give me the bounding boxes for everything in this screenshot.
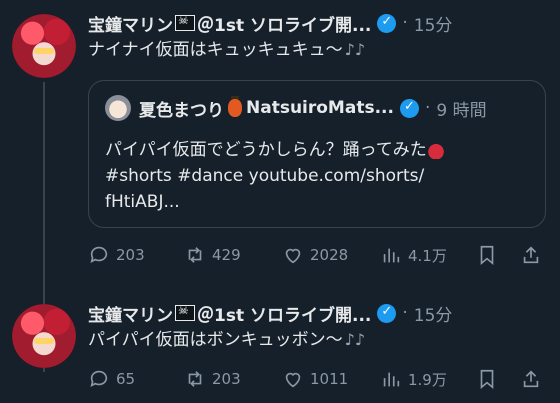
like-button[interactable]: 1011	[282, 368, 348, 390]
share-button[interactable]	[520, 368, 548, 390]
music-note-icon: ♪♪	[344, 330, 366, 349]
views-count: 4.1万	[408, 246, 447, 265]
views-button[interactable]: 4.1万	[380, 244, 447, 266]
pirate-flag-icon	[175, 303, 195, 321]
avatar[interactable]	[12, 14, 76, 78]
tweet-2[interactable]: 宝鐘マリン ＠1st ソロライブ開... · 15分 パイパイ仮面はボンキュッボ…	[0, 290, 560, 403]
tweet-text-body: ナイナイ仮面はキュッキュキュ〜	[88, 40, 343, 60]
retweet-icon	[188, 247, 202, 263]
reply-count: 203	[116, 246, 145, 264]
share-icon	[523, 246, 539, 264]
quote-text: パイパイ仮面でどうかしらん？踊ってみた #shorts #dance youtu…	[105, 137, 535, 215]
like-count: 2028	[310, 246, 349, 264]
author-name-suffix[interactable]: ＠1st ソロライブ開...	[197, 11, 371, 36]
reply-count: 65	[116, 370, 136, 388]
retweet-button[interactable]: 429	[184, 244, 241, 266]
quote-header: 夏色まつり NatsuiroMats... · 9 時間	[139, 95, 487, 121]
share-button[interactable]	[520, 244, 548, 266]
bookmark-icon	[480, 245, 494, 266]
retweet-button[interactable]: 203	[184, 368, 241, 390]
like-count: 1011	[310, 370, 349, 388]
bookmark-icon	[480, 369, 494, 390]
music-note-icon: ♪♪	[344, 40, 366, 59]
bookmark-button[interactable]	[476, 368, 504, 390]
author-name[interactable]: 宝鐘マリン	[88, 11, 173, 36]
verified-badge-icon	[377, 303, 397, 323]
retweet-count: 203	[212, 370, 241, 388]
quoted-tweet[interactable]: 夏色まつり NatsuiroMats... · 9 時間 パイパイ仮面でどうかし…	[88, 80, 546, 228]
heart-icon	[285, 372, 301, 388]
tweet-text-body: パイパイ仮面はボンキュッボン〜	[88, 330, 343, 350]
like-button[interactable]: 2028	[282, 244, 348, 266]
author-name-suffix[interactable]: ＠1st ソロライブ開...	[197, 301, 371, 326]
quote-avatar[interactable]	[105, 95, 131, 121]
views-button[interactable]: 1.9万	[380, 368, 447, 390]
views-count: 1.9万	[408, 370, 447, 389]
quote-author-handle[interactable]: NatsuiroMats...	[246, 98, 394, 118]
quote-timestamp[interactable]: 9 時間	[436, 96, 486, 121]
timestamp[interactable]: 15分	[414, 301, 453, 326]
dancer-icon	[426, 141, 445, 159]
reply-icon	[90, 370, 108, 387]
share-icon	[523, 370, 539, 388]
tweet-text: ナイナイ仮面はキュッキュキュ〜 ♪♪	[88, 38, 365, 62]
views-chart-icon	[383, 248, 400, 263]
retweet-icon	[188, 371, 202, 387]
avatar[interactable]	[12, 304, 76, 368]
reply-button[interactable]: 203	[88, 244, 145, 266]
pirate-flag-icon	[175, 13, 195, 31]
timestamp[interactable]: 15分	[414, 11, 453, 36]
separator: ·	[424, 98, 431, 118]
tweet-text: パイパイ仮面はボンキュッボン〜 ♪♪	[88, 328, 365, 352]
separator: ·	[402, 13, 408, 33]
tweet-actions: 203 429 2028 4.1万	[88, 244, 548, 270]
quote-text-line-3[interactable]: fHtiABJ...	[105, 189, 535, 215]
quote-text-line-2[interactable]: #shorts #dance youtube.com/shorts/	[105, 163, 535, 189]
separator: ·	[402, 303, 408, 323]
verified-badge-icon	[399, 98, 419, 118]
reply-button[interactable]: 65	[88, 368, 135, 390]
author-name[interactable]: 宝鐘マリン	[88, 301, 173, 326]
retweet-count: 429	[212, 246, 241, 264]
tweet-header: 宝鐘マリン ＠1st ソロライブ開... · 15分	[88, 300, 452, 326]
tweet-actions: 65 203 1011 1.9万	[88, 368, 548, 394]
quote-author-name[interactable]: 夏色まつり	[139, 96, 224, 121]
views-chart-icon	[383, 372, 400, 387]
tweet-1[interactable]: 宝鐘マリン ＠1st ソロライブ開... · 15分 ナイナイ仮面はキュッキュキ…	[0, 0, 560, 372]
tweet-header: 宝鐘マリン ＠1st ソロライブ開... · 15分	[88, 10, 452, 36]
lantern-icon	[228, 96, 242, 117]
reply-icon	[90, 246, 108, 263]
verified-badge-icon	[377, 13, 397, 33]
bookmark-button[interactable]	[476, 244, 504, 266]
heart-icon	[285, 248, 301, 264]
quote-text-line-1: パイパイ仮面でどうかしらん？踊ってみた	[105, 140, 427, 160]
